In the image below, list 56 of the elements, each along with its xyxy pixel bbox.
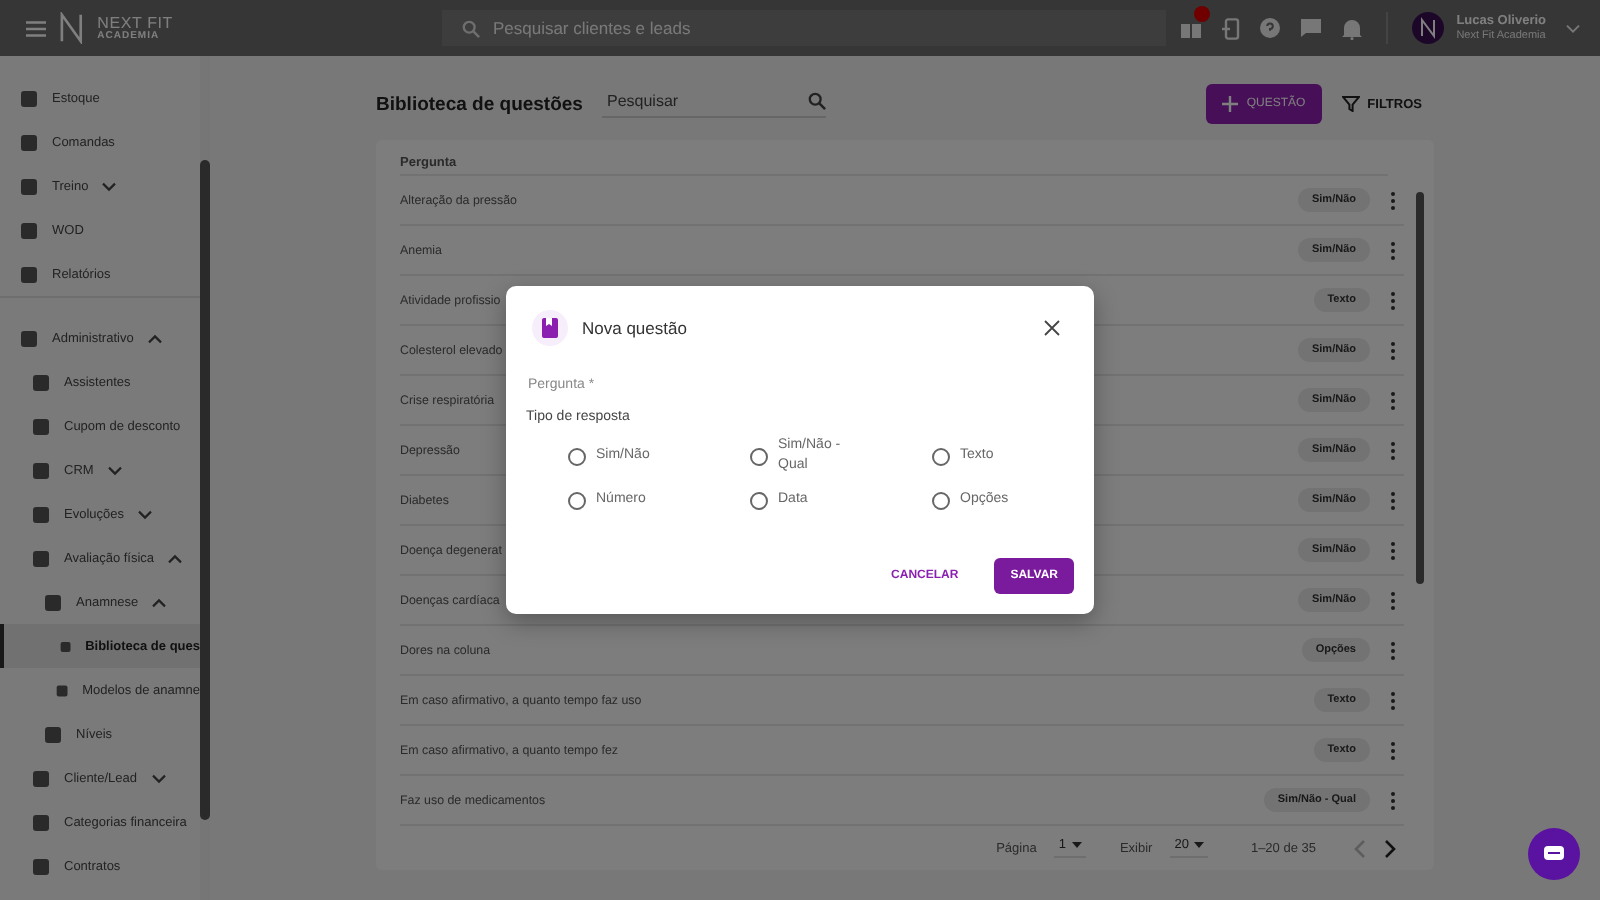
menu-item-icon <box>60 637 72 655</box>
bell-icon[interactable] <box>1342 17 1363 39</box>
menu-item-icon <box>56 681 69 699</box>
menu-item-icon <box>20 89 38 107</box>
menu-icon[interactable] <box>26 19 47 37</box>
menu-item-icon <box>20 329 38 347</box>
dialog-title: Nova questão <box>582 318 687 338</box>
menu-item-icon <box>20 221 38 239</box>
more-icon[interactable] <box>1390 641 1396 659</box>
logo-icon <box>60 12 84 44</box>
menu-item-icon <box>20 133 38 151</box>
chat-icon[interactable] <box>1300 18 1323 38</box>
search-icon <box>808 92 827 110</box>
book-icon <box>532 310 568 346</box>
menu-item-icon <box>32 373 50 391</box>
avatar-icon[interactable] <box>1412 12 1445 44</box>
menu-item-icon <box>32 417 50 435</box>
more-icon[interactable] <box>1390 391 1396 409</box>
scrollbar-thumb[interactable] <box>1416 192 1424 584</box>
scrollbar-thumb[interactable] <box>200 160 210 820</box>
chat-button[interactable] <box>1528 828 1580 880</box>
logo-text: NEXT FIT <box>97 15 173 31</box>
search-field[interactable]: Pesquisar <box>602 90 809 112</box>
more-icon[interactable] <box>1390 341 1396 359</box>
more-icon[interactable] <box>1390 491 1396 509</box>
caret-down-icon <box>1194 842 1205 848</box>
menu-item-icon <box>32 505 50 523</box>
menu-item-icon <box>20 265 38 283</box>
menu-item-icon <box>32 461 50 479</box>
more-icon[interactable] <box>1390 241 1396 259</box>
menu-item-icon <box>32 813 50 831</box>
menu-item-icon <box>32 769 50 787</box>
phone-icon[interactable] <box>1222 17 1241 39</box>
close-icon[interactable] <box>1044 320 1060 336</box>
gift-icon[interactable] <box>1180 18 1203 38</box>
more-icon[interactable] <box>1390 741 1396 759</box>
plus-icon <box>1222 96 1239 112</box>
more-icon[interactable] <box>1390 791 1396 809</box>
more-icon[interactable] <box>1390 541 1396 559</box>
filter-icon <box>1341 96 1360 112</box>
next-page-icon[interactable] <box>1384 839 1396 857</box>
menu-item-icon <box>32 857 50 875</box>
more-icon[interactable] <box>1390 441 1396 459</box>
more-icon[interactable] <box>1390 691 1396 709</box>
chevron-down-icon[interactable] <box>1566 23 1580 33</box>
menu-item-icon <box>44 725 62 743</box>
help-icon[interactable] <box>1260 18 1281 38</box>
menu-item-icon <box>20 177 38 195</box>
caret-down-icon <box>1071 842 1082 848</box>
more-icon[interactable] <box>1390 591 1396 609</box>
more-icon[interactable] <box>1390 291 1396 309</box>
page-title: Biblioteca de questões <box>376 93 583 115</box>
search-icon <box>462 19 481 37</box>
menu-item-icon <box>44 593 62 611</box>
menu-item-icon <box>32 549 50 567</box>
more-icon[interactable] <box>1390 191 1396 209</box>
